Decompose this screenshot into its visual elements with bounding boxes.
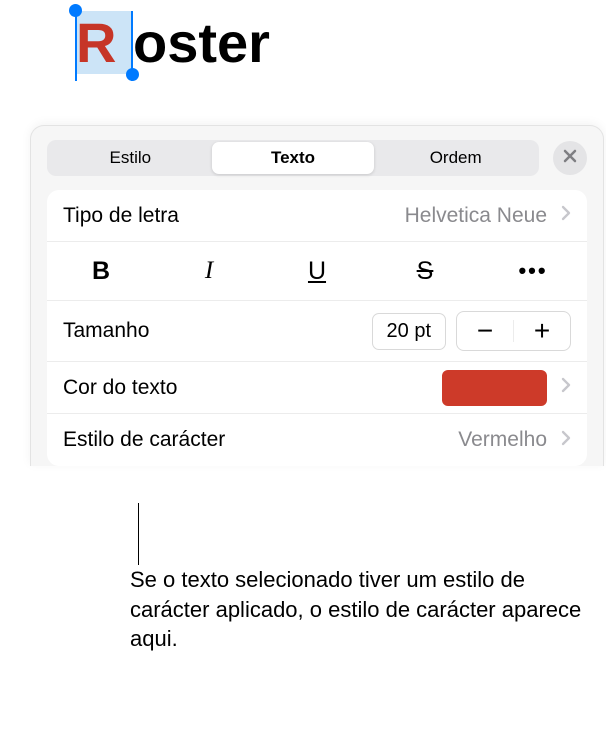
size-decrease-button[interactable]: − (457, 312, 513, 350)
underline-button[interactable]: U (287, 252, 347, 290)
unselected-text[interactable]: oster (133, 11, 270, 74)
format-panel: Estilo Texto Ordem Tipo de letra Helveti… (30, 125, 604, 466)
chevron-right-icon (561, 205, 571, 226)
callout-text: Se o texto selecionado tiver um estilo d… (130, 565, 596, 654)
text-color-row[interactable]: Cor do texto (47, 362, 587, 414)
character-style-value: Vermelho (458, 428, 547, 452)
chevron-right-icon (561, 377, 571, 398)
size-stepper: − + (456, 311, 571, 351)
text-style-row: B I U S ••• (47, 242, 587, 301)
strikethrough-button[interactable]: S (395, 252, 455, 290)
italic-button[interactable]: I (179, 252, 239, 290)
selection-handle-start[interactable] (69, 4, 82, 17)
size-row: Tamanho 20 pt − + (47, 301, 587, 362)
text-color-swatch[interactable] (442, 370, 547, 406)
close-icon (563, 149, 577, 168)
chevron-right-icon (561, 430, 571, 451)
callout-leader-line (138, 503, 139, 565)
size-increase-button[interactable]: + (514, 312, 570, 350)
selection-handle-end[interactable] (126, 68, 139, 81)
text-format-section: Tipo de letra Helvetica Neue B I U S •••… (47, 190, 587, 466)
more-styles-button[interactable]: ••• (503, 252, 563, 290)
panel-header: Estilo Texto Ordem (31, 140, 603, 190)
document-canvas[interactable]: R oster (0, 0, 606, 125)
selection-caret-left (75, 11, 77, 81)
format-tabs: Estilo Texto Ordem (47, 140, 539, 176)
font-label: Tipo de letra (63, 204, 179, 228)
character-style-row[interactable]: Estilo de carácter Vermelho (47, 414, 587, 466)
size-label: Tamanho (63, 319, 149, 343)
text-selection[interactable]: R oster (75, 10, 270, 75)
text-color-label: Cor do texto (63, 376, 177, 400)
character-style-label: Estilo de carácter (63, 428, 225, 452)
bold-button[interactable]: B (71, 252, 131, 290)
callout-annotation: Se o texto selecionado tiver um estilo d… (130, 565, 596, 654)
font-row[interactable]: Tipo de letra Helvetica Neue (47, 190, 587, 242)
selected-character[interactable]: R (75, 11, 133, 74)
tab-style[interactable]: Estilo (49, 142, 212, 174)
close-button[interactable] (553, 141, 587, 175)
tab-text[interactable]: Texto (212, 142, 375, 174)
font-value: Helvetica Neue (405, 204, 547, 228)
selected-char-text: R (76, 11, 116, 74)
tab-order[interactable]: Ordem (374, 142, 537, 174)
size-value-field[interactable]: 20 pt (372, 313, 446, 350)
